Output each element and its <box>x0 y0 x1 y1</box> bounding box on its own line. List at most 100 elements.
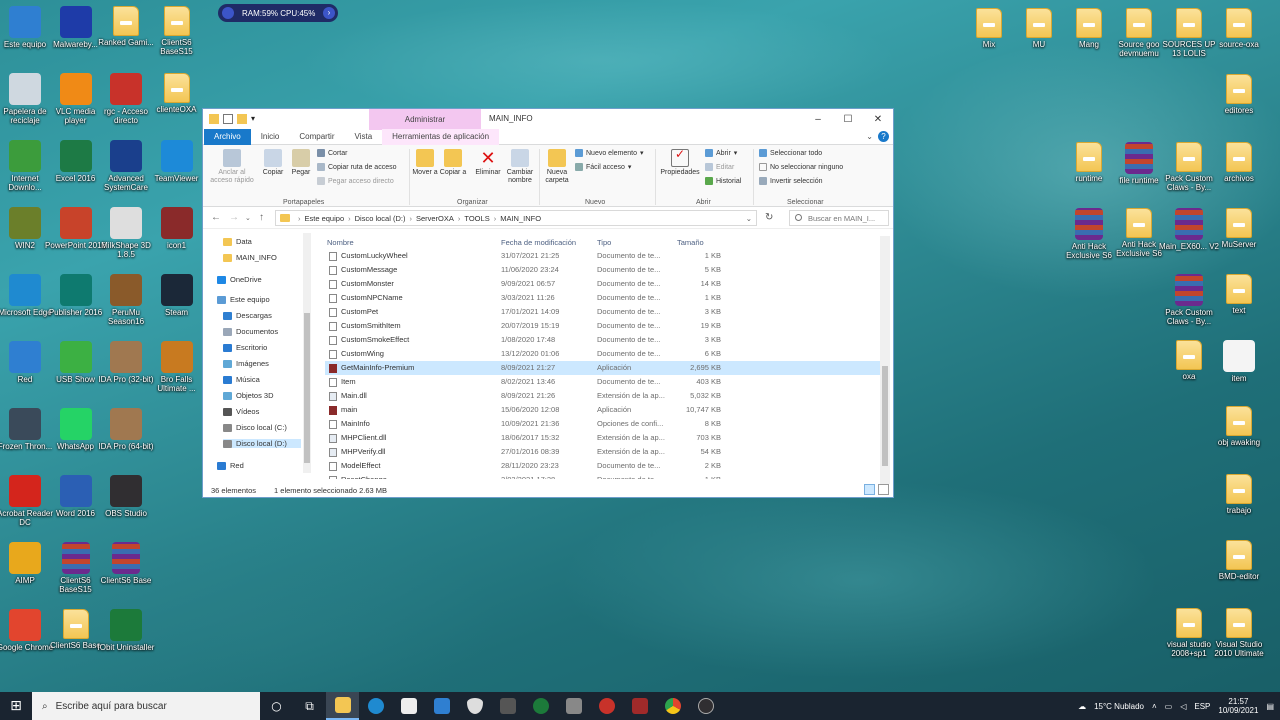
nav-item[interactable]: Objetos 3D <box>223 391 274 400</box>
chevron-down-icon[interactable]: ⌄ <box>866 132 873 141</box>
edge-icon[interactable] <box>359 692 392 720</box>
desktop-icon[interactable]: TeamViewer <box>146 140 208 183</box>
weather-icon[interactable]: ☁ <box>1078 702 1086 711</box>
file-row[interactable]: CustomMessage 11/06/2020 23:24 Documento d… <box>325 263 885 277</box>
easy-access-button[interactable]: Fácil acceso ▾ <box>575 163 631 171</box>
tab-compartir[interactable]: Compartir <box>289 129 344 145</box>
start-windows-icon[interactable]: ⊞ <box>0 692 32 720</box>
chevron-down-icon[interactable]: ⌄ <box>746 214 752 223</box>
close-button[interactable]: ✕ <box>863 109 893 129</box>
help-icon[interactable]: ? <box>878 131 889 142</box>
desktop-icon[interactable]: clienteOXA <box>146 73 208 114</box>
file-row[interactable]: MHPClient.dll 18/06/2017 15:32 Extensión d… <box>325 431 885 445</box>
file-row[interactable]: Item 8/02/2021 13:46 Documento de te... 403… <box>325 375 885 389</box>
tool-icon[interactable] <box>491 692 524 720</box>
mail-icon[interactable] <box>425 692 458 720</box>
pin-button[interactable]: Anclar al acceso rápido <box>207 149 257 185</box>
desktop-icon[interactable]: BMD-editor <box>1208 540 1270 581</box>
select-none-button[interactable]: No seleccionar ninguno <box>759 163 843 171</box>
desktop-icon[interactable]: trabajo <box>1208 474 1270 515</box>
breadcrumb-item[interactable]: Disco local (D:) <box>355 214 406 223</box>
chevron-down-icon[interactable]: ▾ <box>251 114 257 124</box>
notifications-icon[interactable]: ▤ <box>1266 702 1274 711</box>
desktop-icon[interactable]: source-oxa <box>1208 8 1270 49</box>
file-row[interactable]: CustomNPCName 3/03/2021 11:26 Documento de… <box>325 291 885 305</box>
back-arrow-icon[interactable]: ← <box>211 212 221 223</box>
nav-item[interactable]: Documentos <box>223 327 278 336</box>
obs-icon[interactable] <box>689 692 722 720</box>
edit-button[interactable]: Editar <box>705 163 734 171</box>
tab-herramientas[interactable]: Herramientas de aplicación <box>382 128 500 145</box>
file-explorer-taskbar-icon[interactable] <box>326 692 359 720</box>
language[interactable]: ESP <box>1194 702 1210 711</box>
delete-button[interactable]: ✕ Eliminar <box>471 149 505 177</box>
search-input[interactable]: Buscar en MAIN_I... <box>789 210 889 226</box>
breadcrumb-item[interactable]: ServerOXA <box>416 214 454 223</box>
shield-icon[interactable] <box>458 692 491 720</box>
tab-inicio[interactable]: Inicio <box>251 129 290 145</box>
breadcrumb-item[interactable]: TOOLS <box>464 214 489 223</box>
copy-path-button[interactable]: Copiar ruta de acceso <box>317 163 396 171</box>
cortana-icon[interactable]: ○ <box>260 692 293 720</box>
column-header-date[interactable]: Fecha de modificación <box>501 238 576 247</box>
task-view-icon[interactable]: ⧉ <box>293 692 326 720</box>
desktop-icon[interactable]: OBS Studio <box>95 475 157 518</box>
3d-box-icon[interactable] <box>557 692 590 720</box>
desktop-icon[interactable]: IObit Uninstaller <box>95 609 157 652</box>
nav-scrollbar[interactable] <box>303 233 311 473</box>
nav-item[interactable]: Data <box>223 237 252 246</box>
taskbar-search[interactable]: ⌕ Escribe aquí para buscar <box>32 692 260 720</box>
move-to-button[interactable]: Mover a <box>411 149 439 177</box>
file-row[interactable]: CustomSmithItem 20/07/2019 15:19 Documento… <box>325 319 885 333</box>
desktop-icon[interactable]: ClientS6 Base <box>95 542 157 585</box>
breadcrumb-item[interactable]: MAIN_INFO <box>500 214 541 223</box>
arrow-right-icon[interactable]: › <box>323 7 335 19</box>
maximize-button[interactable]: ☐ <box>833 109 863 129</box>
nav-item[interactable]: Descargas <box>223 311 272 320</box>
column-header-size[interactable]: Tamaño <box>677 238 704 247</box>
history-button[interactable]: Historial <box>705 177 741 185</box>
address-bar[interactable]: › Este equipo › Disco local (D:) › ServerOX… <box>275 210 757 226</box>
file-row[interactable]: ResetChange 2/03/2021 17:28 Documento de t… <box>325 473 885 479</box>
nav-item[interactable]: OneDrive <box>217 275 262 284</box>
open-button[interactable]: Abrir ▾ <box>705 149 737 157</box>
clock[interactable]: 21:57 10/09/2021 <box>1218 697 1258 715</box>
file-row[interactable]: MainInfo 10/09/2021 21:36 Opciones de conf… <box>325 417 885 431</box>
copy-to-button[interactable]: Copiar a <box>439 149 467 177</box>
file-list-scrollbar[interactable] <box>880 236 890 484</box>
refresh-icon[interactable]: ↻ <box>765 212 773 223</box>
desktop-icon[interactable]: Visual Studio 2010 Ultimate <box>1208 608 1270 658</box>
nav-item[interactable]: MAIN_INFO <box>223 253 277 262</box>
desktop-icon[interactable]: Bro Falls Ultimate ... <box>146 341 208 393</box>
cut-button[interactable]: Cortar <box>317 149 347 157</box>
performance-monitor[interactable]: RAM:59% CPU:45% › <box>218 4 338 22</box>
desktop-icon[interactable]: archivos <box>1208 142 1270 183</box>
desktop-icon[interactable]: editores <box>1208 74 1270 115</box>
nav-item[interactable]: Imágenes <box>223 359 269 368</box>
weather-text[interactable]: 15°C Nublado <box>1094 702 1144 711</box>
nav-item[interactable]: Red <box>217 461 244 470</box>
select-all-button[interactable]: Seleccionar todo <box>759 149 822 157</box>
large-icons-view-icon[interactable] <box>878 484 889 495</box>
file-row[interactable]: CustomSmokeEffect 1/08/2020 17:48 Document… <box>325 333 885 347</box>
nav-item[interactable]: Escritorio <box>223 343 267 352</box>
desktop-icon[interactable]: ClientS6 BaseS15 <box>146 6 208 56</box>
nav-item[interactable]: Disco local (C:) <box>223 423 287 432</box>
new-folder-button[interactable]: Nueva carpeta <box>541 149 573 185</box>
properties-icon[interactable] <box>223 114 233 124</box>
app-icon[interactable] <box>623 692 656 720</box>
breadcrumb-item[interactable]: Este equipo <box>305 214 345 223</box>
copy-button[interactable]: Copiar <box>259 149 287 177</box>
tab-vista[interactable]: Vista <box>345 129 383 145</box>
desktop-icon[interactable]: obj awaking <box>1208 406 1270 447</box>
properties-button[interactable]: ✓ Propiedades <box>657 148 703 177</box>
nav-item[interactable]: Disco local (D:) <box>223 439 301 448</box>
new-item-button[interactable]: Nuevo elemento ▾ <box>575 149 644 157</box>
store-icon[interactable] <box>392 692 425 720</box>
chevron-up-icon[interactable]: ˄ <box>1152 702 1157 711</box>
volume-icon[interactable]: ◁ <box>1180 702 1186 711</box>
file-row[interactable]: ModelEffect 28/11/2020 23:23 Documento de … <box>325 459 885 473</box>
iobit-icon[interactable] <box>524 692 557 720</box>
desktop-icon[interactable]: item <box>1208 340 1270 383</box>
file-row[interactable]: MHPVerify.dll 27/01/2016 08:39 Extensión d… <box>325 445 885 459</box>
